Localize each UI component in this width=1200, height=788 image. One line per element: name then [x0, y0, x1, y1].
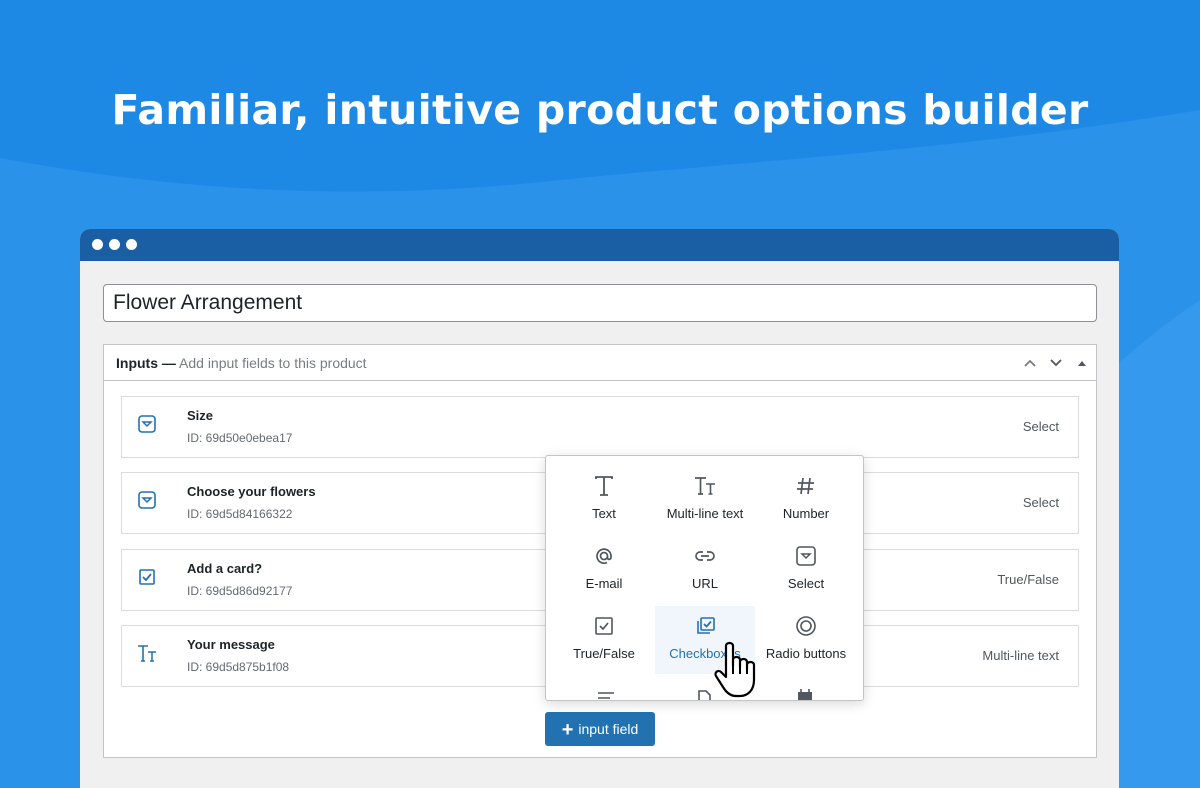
add-button-label: input field — [578, 721, 639, 737]
headline: Familiar, intuitive product options buil… — [111, 86, 1089, 134]
input-type: True/False — [997, 572, 1059, 587]
field-type-label: URL — [691, 576, 718, 591]
checkbox-icon — [139, 569, 155, 585]
input-type: Select — [1022, 419, 1059, 434]
input-row[interactable]: Size ID: 69d50e0ebea17 Select — [121, 396, 1079, 458]
input-id: ID: 69d50e0ebea17 — [187, 431, 293, 445]
field-type-text[interactable]: Text — [554, 474, 654, 542]
field-type-picker: Text Multi-line text Number E-mail URL S… — [545, 455, 864, 701]
text-icon — [595, 476, 613, 496]
input-name: Size — [187, 408, 214, 423]
field-type-label: Multi-line text — [666, 506, 744, 521]
add-input-field-button[interactable]: + input field — [545, 712, 655, 746]
window-titlebar — [80, 229, 1119, 261]
field-type-label: Number — [782, 506, 830, 521]
at-icon — [596, 548, 612, 564]
input-type: Multi-line text — [982, 648, 1059, 663]
input-name: Choose your flowers — [187, 484, 316, 499]
field-type-label: True/False — [573, 646, 635, 661]
field-type-label: Select — [787, 576, 825, 591]
input-name: Add a card? — [187, 561, 263, 576]
product-title-input[interactable]: Flower Arrangement — [103, 284, 1097, 322]
radio-icon — [796, 616, 816, 636]
field-type-select[interactable]: Select — [756, 544, 856, 612]
select-icon — [796, 546, 816, 566]
panel-subtitle: Add input fields to this product — [179, 355, 367, 371]
input-name: Your message — [187, 637, 275, 652]
field-type-url[interactable]: URL — [655, 544, 755, 612]
field-type-label: E-mail — [585, 576, 623, 591]
input-id: ID: 69d5d84166322 — [187, 507, 293, 521]
move-down-icon[interactable] — [1048, 355, 1064, 371]
window-dot-icon — [126, 239, 137, 250]
collapse-toggle-icon[interactable] — [1074, 355, 1090, 371]
paragraph-icon — [598, 692, 614, 699]
select-icon — [138, 415, 156, 433]
field-type-true-false[interactable]: True/False — [554, 614, 654, 682]
checkboxes-icon — [697, 617, 715, 634]
field-type-email[interactable]: E-mail — [554, 544, 654, 612]
field-type-number[interactable]: Number — [756, 474, 856, 542]
calendar-icon — [798, 689, 812, 700]
field-type-multiline-text[interactable]: Multi-line text — [655, 474, 755, 542]
select-icon — [138, 491, 156, 509]
multiline-text-icon — [138, 645, 156, 662]
plus-icon: + — [561, 719, 574, 741]
multiline-text-icon — [695, 477, 715, 495]
input-id: ID: 69d5d875b1f08 — [187, 660, 290, 674]
hash-icon — [797, 477, 814, 495]
panel-header: Inputs — Add input fields to this produc… — [104, 345, 1096, 381]
move-up-icon[interactable] — [1022, 355, 1038, 371]
link-icon — [695, 551, 715, 561]
panel-title: Inputs — — [116, 355, 176, 371]
input-id: ID: 69d5d86d92177 — [187, 584, 293, 598]
hand-pointer-icon — [714, 641, 756, 698]
field-type-label: Text — [592, 506, 616, 521]
input-type: Select — [1022, 495, 1059, 510]
window-dot-icon — [109, 239, 120, 250]
checkbox-icon — [595, 617, 613, 635]
window-dot-icon — [92, 239, 103, 250]
